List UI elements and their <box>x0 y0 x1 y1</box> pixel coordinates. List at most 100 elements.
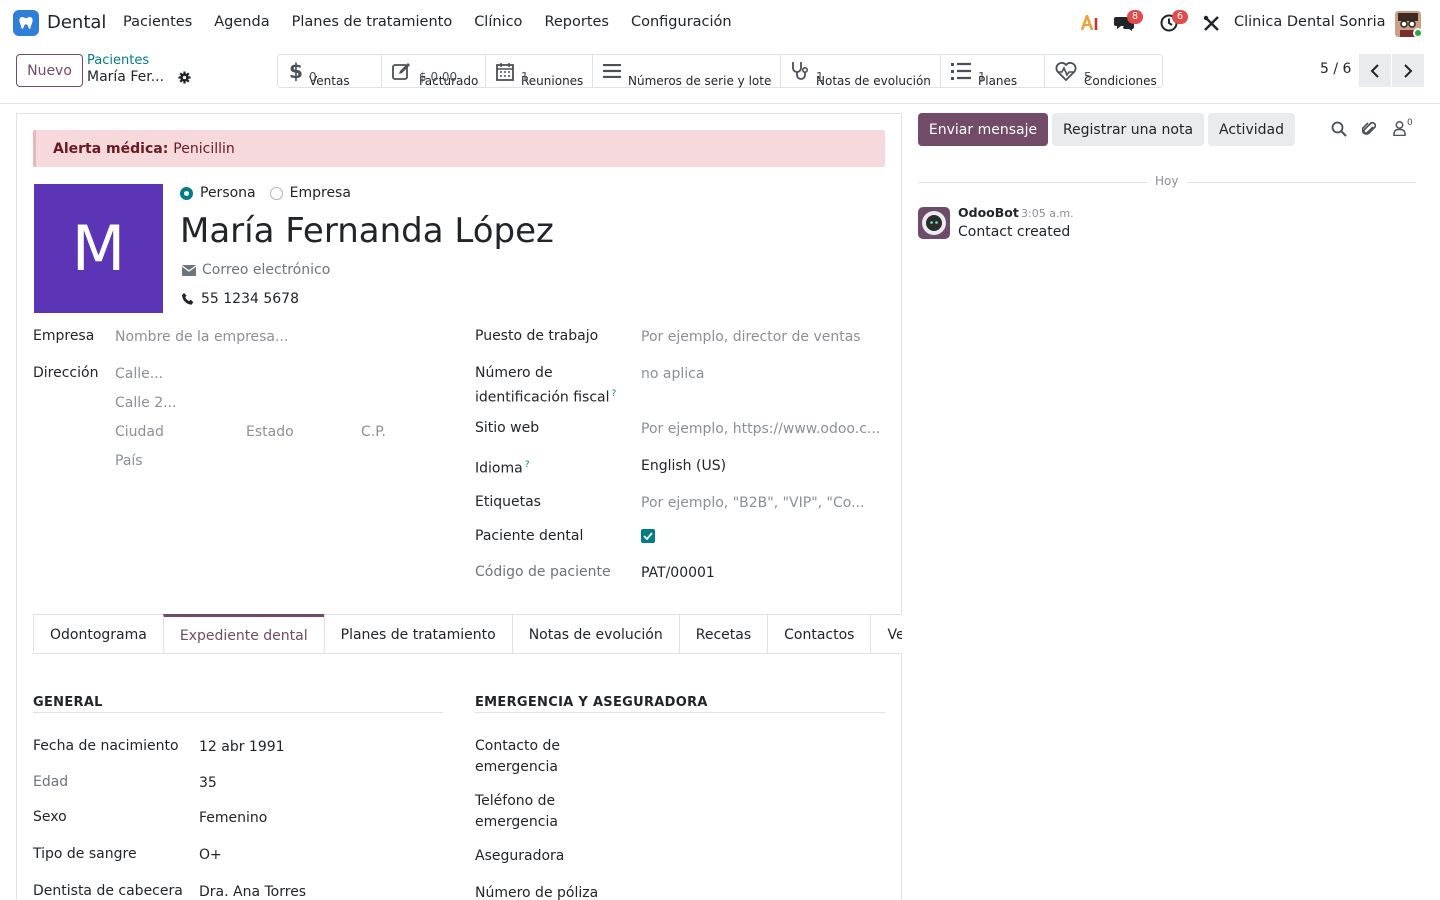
job-label: Puesto de trabajo <box>475 328 599 344</box>
zip-input[interactable]: C.P. <box>361 424 386 440</box>
medical-alert-label: Alerta médica: <box>53 140 169 157</box>
patient-avatar[interactable]: M <box>34 184 163 313</box>
smart-button-reuniones[interactable]: Reuniones 1 <box>486 55 593 88</box>
street-input[interactable]: Calle... <box>115 366 163 382</box>
tab-contactos[interactable]: Contactos <box>767 614 872 653</box>
tab-more[interactable]: Ve <box>870 614 902 653</box>
smart-value: 0 <box>309 70 317 84</box>
date-separator-label: Hoy <box>1155 174 1179 188</box>
smart-button-condiciones[interactable]: Condiciones 5 <box>1045 55 1162 88</box>
separator-line <box>918 182 1147 183</box>
breadcrumb-parent[interactable]: Pacientes <box>87 53 149 68</box>
smart-buttons: $ Ventas 0 Facturado $ 0.00 Reuniones 1 Núm… <box>277 54 1163 88</box>
city-input[interactable]: Ciudad <box>115 424 164 440</box>
language-label-text: Idioma <box>475 460 523 477</box>
age-label: Edad <box>33 774 69 790</box>
company-label: Empresa <box>33 328 95 344</box>
sex-value[interactable]: Femenino <box>199 810 267 826</box>
street2-input[interactable]: Calle 2... <box>115 395 176 411</box>
tooth-icon[interactable] <box>13 10 39 36</box>
job-input[interactable]: Por ejemplo, director de ventas <box>641 329 861 345</box>
heartbeat-icon <box>1055 61 1077 81</box>
help-tooltip-icon[interactable]: ? <box>525 460 530 470</box>
dental-patient-label: Paciente dental <box>475 528 584 544</box>
radio-company-label[interactable]: Empresa <box>290 185 351 201</box>
radio-person-label[interactable]: Persona <box>200 185 256 201</box>
new-button[interactable]: Nuevo <box>16 54 83 87</box>
smart-label: Condiciones <box>1084 74 1157 88</box>
followers-button[interactable]: 0 <box>1393 118 1413 136</box>
main-menu: Pacientes Agenda Planes de tratamiento C… <box>123 14 754 30</box>
tab-notas-evolucion[interactable]: Notas de evolución <box>511 614 680 653</box>
send-message-button[interactable]: Enviar mensaje <box>918 113 1048 146</box>
previous-record-button[interactable] <box>1359 54 1391 87</box>
app-name[interactable]: Dental <box>47 12 106 33</box>
section-divider <box>475 712 885 713</box>
notebook-tabs: Odontograma Expediente dental Planes de … <box>33 614 902 654</box>
odoobot-avatar[interactable] <box>918 207 950 239</box>
radio-person[interactable] <box>180 186 193 200</box>
menu-item-agenda[interactable]: Agenda <box>214 14 269 30</box>
company-switcher[interactable]: Clinica Dental Sonria <box>1234 14 1386 30</box>
emergency-section-title: EMERGENCIA Y ASEGURADORA <box>475 695 708 710</box>
company-input[interactable]: Nombre de la empresa... <box>115 329 288 345</box>
age-value: 35 <box>199 775 217 791</box>
website-input[interactable]: Por ejemplo, https://www.odoo.c... <box>641 421 880 437</box>
activity-button[interactable]: Actividad <box>1208 113 1295 146</box>
gear-icon[interactable] <box>178 71 191 84</box>
tab-planes-tratamiento[interactable]: Planes de tratamiento <box>323 614 513 653</box>
search-icon[interactable] <box>1331 121 1347 137</box>
phone-icon <box>182 293 194 305</box>
email-field[interactable]: Correo electrónico <box>182 262 330 278</box>
next-record-button[interactable] <box>1392 54 1424 87</box>
smart-button-ventas[interactable]: $ Ventas 0 <box>278 55 382 88</box>
menu-item-pacientes[interactable]: Pacientes <box>123 14 192 30</box>
envelope-icon <box>182 264 196 276</box>
pager-value[interactable]: 5 / 6 <box>1320 61 1351 77</box>
list-ol-icon <box>951 62 971 80</box>
message-author[interactable]: OdooBot <box>958 205 1019 220</box>
menu-item-planes[interactable]: Planes de tratamiento <box>292 14 453 30</box>
help-tooltip-icon[interactable]: ? <box>612 389 617 399</box>
section-divider <box>33 712 443 713</box>
dental-patient-checkbox[interactable] <box>641 529 655 543</box>
birth-value[interactable]: 12 abr 1991 <box>199 739 285 755</box>
tags-input[interactable]: Por ejemplo, "B2B", "VIP", "Co... <box>641 495 864 511</box>
language-label: Idioma? <box>475 455 529 480</box>
smart-value: 1 <box>521 70 529 84</box>
vat-label-line2: identificación fiscal <box>475 389 610 406</box>
phone-value: 55 1234 5678 <box>201 291 299 307</box>
general-section-title: GENERAL <box>33 695 103 710</box>
paperclip-icon[interactable] <box>1362 120 1376 138</box>
tab-odontograma[interactable]: Odontograma <box>33 614 164 653</box>
smart-value: 5 <box>1084 70 1092 84</box>
dentist-value[interactable]: Dra. Ana Torres <box>199 884 306 900</box>
log-note-button[interactable]: Registrar una nota <box>1052 113 1204 146</box>
list-icon <box>603 64 621 78</box>
smart-button-numeros-serie[interactable]: Números de serie y lote <box>593 55 781 88</box>
menu-item-clinico[interactable]: Clínico <box>474 14 522 30</box>
smart-button-notas-evolucion[interactable]: Notas de evolución 1 <box>781 55 941 88</box>
menu-item-configuracion[interactable]: Configuración <box>631 14 732 30</box>
menu-item-reportes[interactable]: Reportes <box>544 14 609 30</box>
tab-expediente-dental[interactable]: Expediente dental <box>162 614 325 653</box>
language-select[interactable]: English (US) <box>641 458 726 474</box>
emergency-phone-label-1: Teléfono de <box>475 793 556 809</box>
patient-name-field[interactable]: María Fernanda López <box>180 211 554 251</box>
chevron-right-icon <box>1404 63 1413 78</box>
smart-button-facturado[interactable]: Facturado $ 0.00 <box>382 55 486 88</box>
radio-company[interactable] <box>269 186 283 200</box>
ai-icon[interactable] <box>1081 0 1101 46</box>
phone-field[interactable]: 55 1234 5678 <box>182 291 299 307</box>
svg-text:$: $ <box>289 60 302 82</box>
state-input[interactable]: Estado <box>246 424 294 440</box>
address-label: Dirección <box>33 365 99 381</box>
smart-button-planes[interactable]: Planes 1 <box>941 55 1045 88</box>
blood-type-value[interactable]: O+ <box>199 847 222 863</box>
tools-icon[interactable] <box>1203 0 1220 46</box>
smart-value: $ 0.00 <box>419 70 458 84</box>
vat-input[interactable]: no aplica <box>641 366 704 382</box>
blood-type-label: Tipo de sangre <box>33 846 137 862</box>
tab-recetas[interactable]: Recetas <box>678 614 769 653</box>
country-input[interactable]: País <box>115 453 143 469</box>
